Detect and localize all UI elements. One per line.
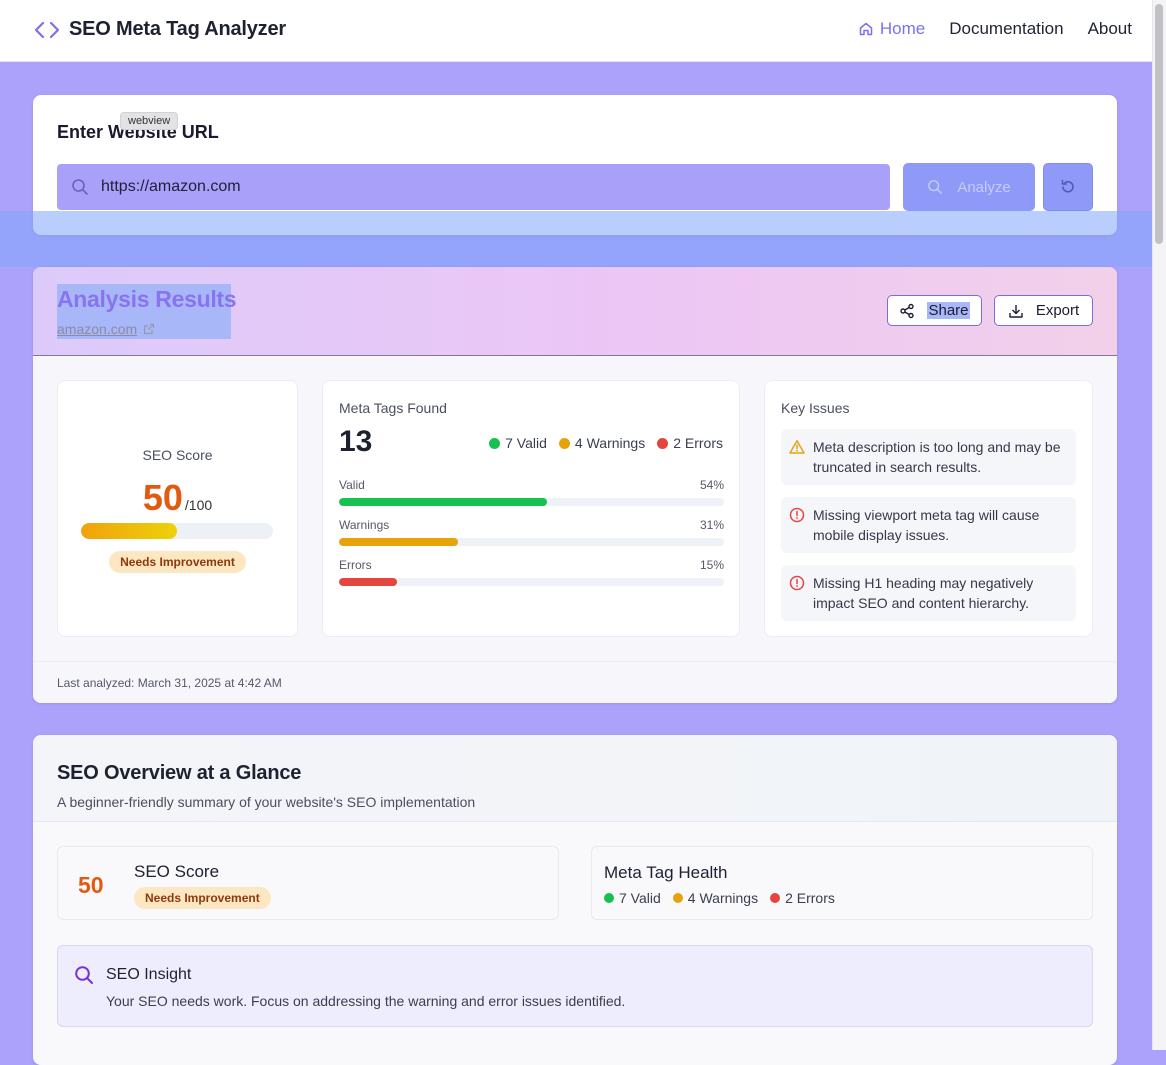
selection-highlight — [0, 211, 1152, 267]
nav-documentation[interactable]: Documentation — [949, 19, 1063, 39]
issue-item: Missing H1 heading may negatively impact… — [781, 565, 1076, 621]
error-dot-icon — [657, 437, 669, 449]
seo-overview-card: SEO Overview at a Glance A beginner-frie… — [33, 735, 1117, 1065]
last-analyzed: Last analyzed: March 31, 2025 at 4:42 AM — [57, 676, 282, 690]
health-errors: 2 Errors — [785, 890, 835, 906]
errors-bar-fill — [339, 578, 397, 586]
score-number: 50 — [142, 477, 183, 518]
overview-score-value: 50 — [78, 872, 104, 898]
legend-warnings: 4 Warnings — [574, 435, 646, 451]
external-link-icon — [143, 323, 155, 335]
legend-errors: 2 Errors — [673, 435, 723, 451]
key-issues-panel: Key Issues Meta description is too long … — [764, 380, 1093, 637]
seo-score-label: SEO Score — [142, 447, 213, 463]
main-nav: Home Documentation About — [858, 19, 1132, 39]
meta-tags-title: Meta Tags Found — [339, 400, 447, 416]
app-title: SEO Meta Tag Analyzer — [69, 18, 286, 40]
page-scrollbar[interactable] — [1152, 0, 1166, 1050]
analyze-button[interactable]: Analyze — [903, 163, 1035, 211]
bar-percent: 31% — [699, 518, 724, 532]
webview-tooltip: webview — [120, 112, 179, 130]
error-icon — [789, 575, 805, 596]
url-input-wrapper[interactable] — [57, 164, 890, 210]
export-button-label: Export — [1035, 302, 1080, 319]
valid-dot-icon — [489, 437, 501, 449]
health-warnings: 4 Warnings — [687, 890, 759, 906]
analysis-results-card: Analysis Results amazon.com Share Export… — [33, 267, 1117, 703]
results-footer: Last analyzed: March 31, 2025 at 4:42 AM — [33, 661, 1117, 703]
nav-about[interactable]: About — [1088, 19, 1132, 39]
seo-score-panel: SEO Score 50/100 Needs Improvement — [57, 380, 298, 637]
meta-legend: 7 Valid 4 Warnings 2 Errors — [489, 435, 723, 451]
scrollbar-thumb[interactable] — [1155, 4, 1163, 244]
search-icon — [74, 965, 94, 990]
results-header: Analysis Results amazon.com Share Export — [33, 267, 1117, 356]
score-status-badge: Needs Improvement — [109, 551, 246, 573]
insight-title: SEO Insight — [106, 966, 192, 983]
issue-text: Missing viewport meta tag will cause mob… — [813, 507, 1040, 543]
issue-item: Missing viewport meta tag will cause mob… — [781, 497, 1076, 553]
refresh-icon — [1059, 178, 1077, 196]
overview-score-label: SEO Score — [134, 862, 220, 881]
meta-tag-health-label: Meta Tag Health — [604, 863, 728, 882]
reset-button[interactable] — [1043, 163, 1093, 211]
bar-percent: 54% — [699, 478, 724, 492]
overview-header: SEO Overview at a Glance A beginner-frie… — [33, 735, 1117, 822]
meta-tags-count: 13 — [339, 425, 373, 458]
top-navbar: SEO Meta Tag Analyzer Home Documentation… — [0, 0, 1152, 62]
errors-bar-row: Errors 15% — [339, 558, 724, 586]
nav-home-label: Home — [879, 19, 926, 38]
code-brackets-icon — [34, 20, 60, 40]
issue-text: Missing H1 heading may negatively impact… — [813, 575, 1034, 611]
error-dot-icon — [770, 893, 781, 903]
issue-text: Meta description is too long and may be … — [813, 439, 1061, 475]
meta-tags-panel: Meta Tags Found 13 7 Valid 4 Warnings 2 … — [322, 380, 740, 637]
issue-item: Meta description is too long and may be … — [781, 429, 1076, 485]
score-max: /100 — [184, 497, 213, 513]
overview-subtitle: A beginner-friendly summary of your webs… — [57, 794, 476, 810]
insight-text: Your SEO needs work. Focus on addressing… — [106, 993, 626, 1009]
brand[interactable]: SEO Meta Tag Analyzer — [34, 18, 286, 41]
domain-label: amazon.com — [57, 321, 138, 337]
url-input[interactable] — [99, 177, 859, 197]
share-icon — [899, 303, 915, 319]
results-title: Analysis Results — [57, 286, 237, 312]
overview-score-panel: 50 SEO Score Needs Improvement — [57, 846, 559, 920]
legend-valid: 7 Valid — [505, 435, 547, 451]
meta-tag-health-panel: Meta Tag Health 7 Valid 4 Warnings 2 Err… — [591, 846, 1093, 920]
home-icon — [858, 21, 874, 37]
analyze-button-label: Analyze — [957, 178, 1011, 196]
bar-percent: 15% — [699, 558, 724, 572]
search-icon — [927, 179, 943, 195]
bar-label: Errors — [339, 558, 372, 572]
warnings-bar-fill — [339, 538, 459, 546]
valid-bar-fill — [339, 498, 547, 506]
valid-dot-icon — [604, 893, 614, 903]
bar-label: Warnings — [339, 518, 390, 532]
nav-home[interactable]: Home — [858, 19, 925, 39]
export-button[interactable]: Export — [994, 295, 1093, 326]
error-icon — [789, 507, 805, 528]
overview-status-badge: Needs Improvement — [134, 887, 271, 909]
download-icon — [1008, 303, 1024, 319]
score-progress-fill — [81, 523, 177, 539]
bar-label: Valid — [339, 478, 365, 492]
share-button-label: Share — [927, 302, 970, 319]
key-issues-title: Key Issues — [781, 400, 850, 416]
valid-bar-row: Valid 54% — [339, 478, 724, 506]
seo-insight-box: SEO Insight Your SEO needs work. Focus o… — [57, 945, 1093, 1027]
warning-icon — [789, 439, 805, 460]
overview-title: SEO Overview at a Glance — [57, 762, 302, 784]
warning-dot-icon — [672, 893, 683, 903]
search-icon — [71, 178, 89, 196]
warning-dot-icon — [558, 437, 570, 449]
score-progress-bar — [81, 523, 273, 539]
seo-score-value: 50/100 — [58, 477, 297, 519]
health-legend: 7 Valid 4 Warnings 2 Errors — [604, 890, 835, 906]
share-button[interactable]: Share — [887, 295, 982, 326]
results-domain-link[interactable]: amazon.com — [57, 321, 155, 337]
warnings-bar-row: Warnings 31% — [339, 518, 724, 546]
health-valid: 7 Valid — [619, 890, 661, 906]
